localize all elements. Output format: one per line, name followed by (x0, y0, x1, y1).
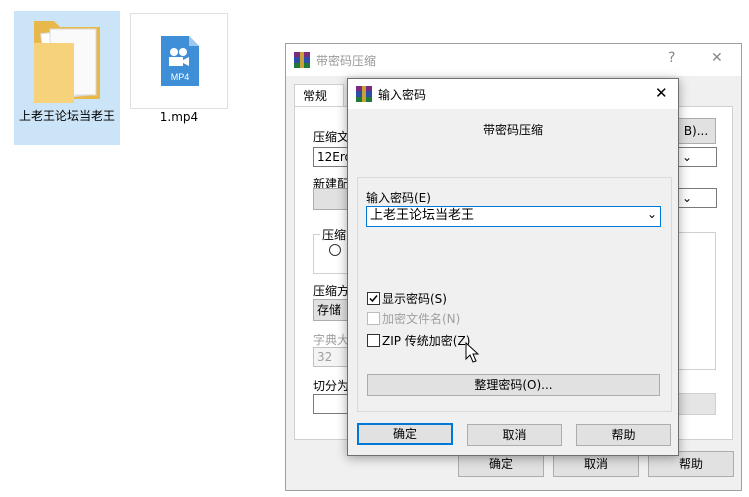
format-radio[interactable] (329, 244, 341, 256)
file-label: 1.mp4 (159, 110, 199, 124)
help-icon[interactable]: ? (668, 50, 675, 66)
winrar-icon (294, 52, 310, 68)
close-icon[interactable]: ✕ (711, 50, 723, 66)
archive-name-dropdown[interactable]: ⌄ (678, 147, 717, 167)
password-input[interactable]: 上老王论坛当老王 (366, 206, 661, 227)
config-dropdown[interactable]: ⌄ (678, 188, 717, 208)
dict-label: 字典大 (313, 333, 350, 347)
options-box (678, 232, 716, 370)
zip-legacy-label[interactable]: ZIP 传统加密(Z) (382, 332, 470, 349)
encrypt-names-label: 加密文件名(N) (382, 312, 461, 326)
close-icon[interactable]: ✕ (655, 84, 668, 102)
cursor-icon (465, 342, 479, 363)
split-label: 切分为 (313, 379, 350, 393)
dialog-heading: 带密码压缩 (482, 123, 543, 137)
chevron-down-icon[interactable]: ⌄ (647, 207, 657, 221)
desktop-folder[interactable]: 上老王论坛当老王 (14, 11, 120, 145)
chevron-down-icon: ⌄ (682, 150, 693, 164)
desktop-file-mp4[interactable]: MP4 (130, 13, 228, 109)
password-dialog-titlebar[interactable]: 输入密码 ✕ (348, 79, 678, 109)
checkmark-icon (369, 295, 378, 303)
dialog-help-button[interactable]: 帮助 (576, 424, 671, 446)
show-password-label[interactable]: 显示密码(S) (382, 290, 447, 307)
organize-passwords-button[interactable]: 整理密码(O)... (367, 374, 660, 396)
chevron-down-icon: ⌄ (682, 191, 693, 205)
archive-window-titlebar[interactable]: 带密码压缩 ? ✕ (286, 44, 741, 76)
encrypt-names-checkbox (367, 312, 380, 325)
password-dialog-title: 输入密码 (378, 88, 427, 102)
method-label: 压缩方 (313, 284, 350, 298)
password-label: 输入密码(E) (366, 191, 431, 205)
folder-icon (34, 21, 100, 103)
password-dialog: 输入密码 ✕ 带密码压缩 输入密码(E) 上老王论坛当老王 ⌄ 显示密码(S) … (347, 78, 679, 456)
winrar-icon (356, 86, 372, 102)
tab-general[interactable]: 常规 (294, 84, 344, 107)
browse-button[interactable]: B)... (676, 118, 716, 144)
archive-name-label: 压缩文 (313, 130, 350, 144)
dialog-ok-button[interactable]: 确定 (357, 423, 453, 445)
video-file-icon: MP4 (161, 36, 199, 86)
dialog-cancel-button[interactable]: 取消 (467, 424, 562, 446)
zip-legacy-checkbox[interactable] (367, 334, 380, 347)
password-value: 上老王论坛当老王 (370, 208, 475, 223)
folder-label: 上老王论坛当老王 (18, 109, 115, 123)
archive-window-title: 带密码压缩 (316, 54, 377, 68)
format-label: 压缩 (320, 226, 349, 243)
mp4-icon-text: MP4 (171, 72, 190, 82)
disabled-button (678, 393, 716, 415)
show-password-checkbox[interactable] (367, 292, 380, 305)
